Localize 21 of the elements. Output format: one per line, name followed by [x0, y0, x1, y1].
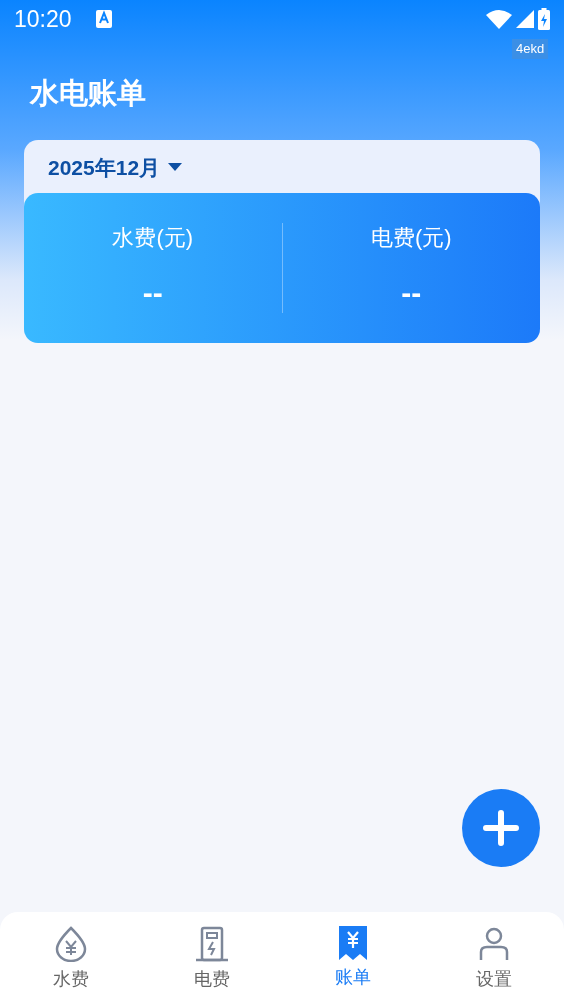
summary-label: 水费(元) — [112, 224, 194, 252]
summary-value: -- — [401, 275, 422, 311]
notification-icon — [95, 10, 112, 28]
plus-icon — [483, 810, 519, 846]
tab[interactable]: 电费 — [141, 912, 282, 1004]
overlay-tag: 4ekd — [512, 39, 549, 59]
tab[interactable]: 设置 — [423, 912, 564, 1004]
status-time: 10:20 — [14, 4, 72, 34]
month-picker[interactable]: 2025年12月 — [24, 139, 207, 193]
tab[interactable]: 水费 — [0, 912, 141, 1004]
meter-icon — [194, 926, 229, 962]
caret-icon — [168, 162, 183, 172]
droplet-icon — [54, 926, 87, 962]
battery-icon — [538, 8, 550, 30]
summary-label: 电费(元) — [370, 224, 452, 252]
signal-icon — [516, 10, 534, 28]
summary-value: -- — [142, 275, 163, 311]
tab[interactable]: 账单 — [282, 912, 423, 1004]
wifi-icon — [486, 9, 512, 29]
page-title: 水电账单 — [30, 76, 147, 111]
bill-icon — [338, 926, 367, 960]
